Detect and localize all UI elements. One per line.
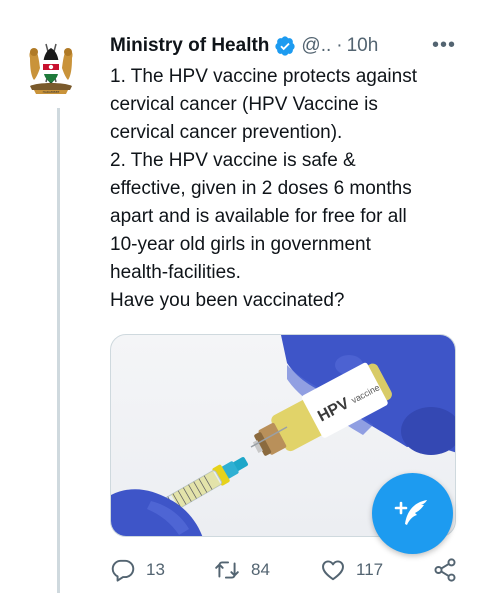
author-name[interactable]: Ministry of Health — [110, 35, 269, 57]
tweet-text-line: apart and is available for free for all — [110, 206, 407, 227]
thread-line — [57, 108, 60, 593]
tweet-text-line: effective, given in 2 doses 6 months — [110, 178, 412, 199]
tweet-text-line: cervical cancer (HPV Vaccine is — [110, 94, 378, 115]
heart-icon — [322, 560, 344, 581]
reply-count: 13 — [146, 560, 165, 579]
tweet-text-line: Have you been vaccinated? — [110, 290, 345, 311]
tweet-text-line: health-facilities. — [110, 262, 241, 283]
tweet-timestamp[interactable]: 10h — [347, 35, 379, 57]
retweet-icon — [215, 561, 239, 579]
more-options-icon[interactable]: ••• — [432, 34, 456, 57]
like-button[interactable]: 117 — [320, 556, 383, 584]
tweet-text-line: cervical cancer prevention). — [110, 122, 343, 143]
reply-icon — [111, 559, 135, 582]
tweet-actions: 13 84 117 — [110, 556, 470, 584]
compose-tweet-icon — [394, 499, 427, 525]
tweet-text-line: 10-year old girls in government — [110, 234, 371, 255]
tweet-text: 1. The HPV vaccine protects against cerv… — [110, 63, 470, 315]
tweet-text-line: 1. The HPV vaccine protects against — [110, 66, 417, 87]
tweet[interactable]: HARAMBEE Ministry of Health @.. · 10h ••… — [0, 0, 480, 593]
retweet-count: 84 — [251, 560, 270, 579]
compose-tweet-button[interactable] — [372, 473, 453, 554]
like-count: 117 — [356, 560, 384, 579]
verified-badge-icon — [275, 36, 296, 56]
svg-text:HARAMBEE: HARAMBEE — [43, 90, 60, 94]
kenya-coat-of-arms-icon: HARAMBEE — [29, 43, 73, 94]
tweet-header: Ministry of Health @.. · 10h ••• — [110, 32, 470, 60]
retweet-button[interactable]: 84 — [213, 556, 270, 584]
separator-dot: · — [336, 35, 343, 56]
reply-button[interactable]: 13 — [110, 556, 165, 584]
author-handle[interactable]: @.. — [301, 35, 331, 57]
share-button[interactable] — [432, 556, 458, 584]
tweet-text-line: 2. The HPV vaccine is safe & — [110, 150, 356, 171]
share-icon — [434, 558, 456, 582]
avatar[interactable]: HARAMBEE — [24, 38, 78, 100]
